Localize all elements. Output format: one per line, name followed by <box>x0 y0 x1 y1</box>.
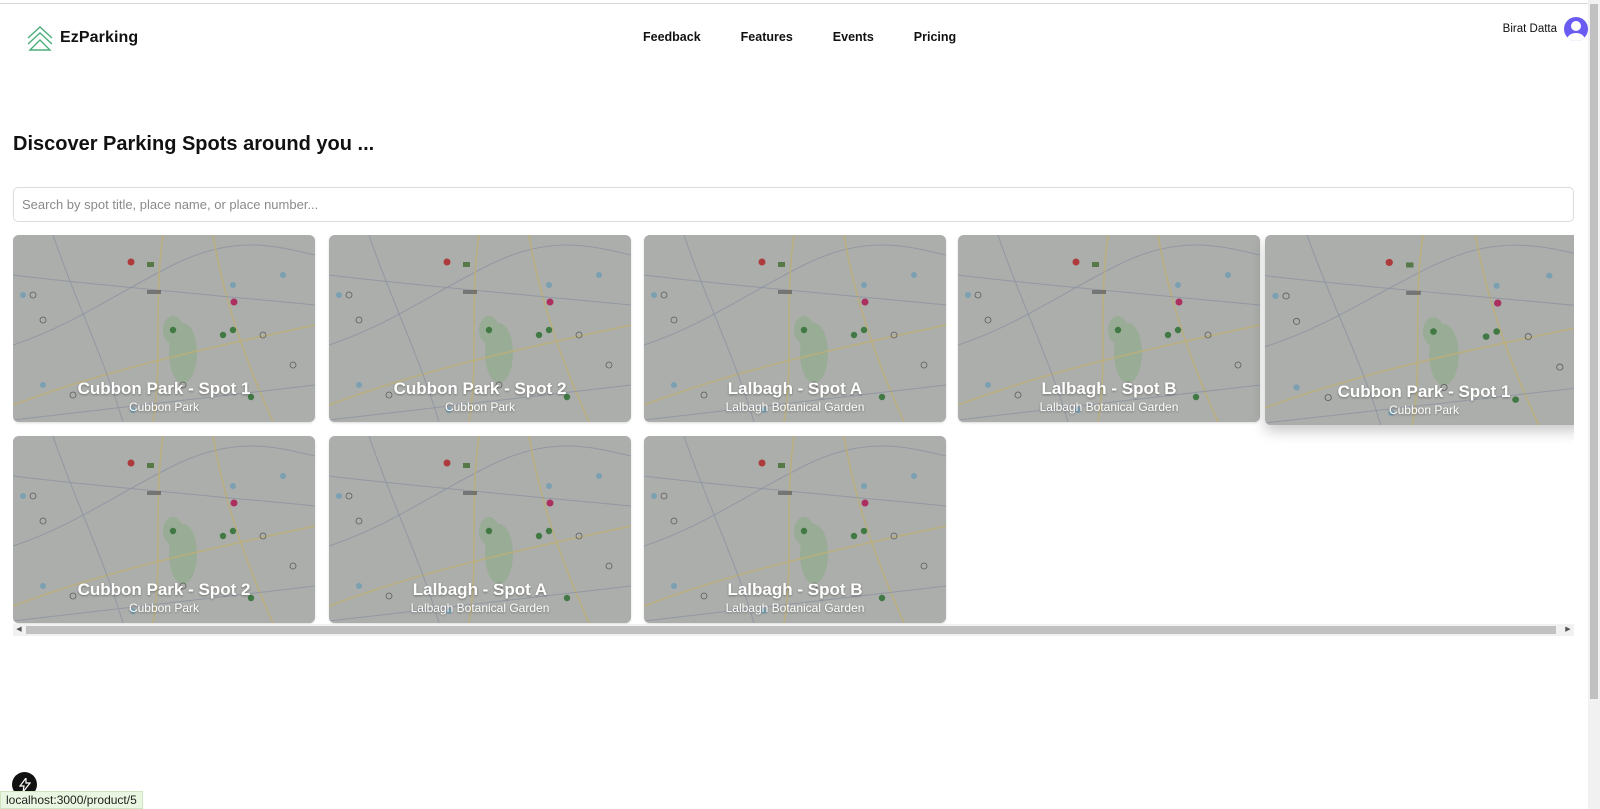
vertical-scroll-thumb[interactable] <box>1590 4 1598 699</box>
spot-place: Cubbon Park <box>1388 403 1460 417</box>
nav-events[interactable]: Events <box>833 30 874 44</box>
spot-card[interactable]: Lalbagh - Spot B Lalbagh Botanical Garde… <box>958 235 1260 422</box>
vertical-scrollbar[interactable] <box>1588 0 1600 809</box>
spot-card[interactable]: Lalbagh - Spot A Lalbagh Botanical Garde… <box>329 436 631 623</box>
spot-card[interactable]: Cubbon Park - Spot 2 Cubbon Park <box>329 235 631 422</box>
spot-title: Lalbagh - Spot A <box>727 379 863 398</box>
spot-place: Lalbagh Botanical Garden <box>725 400 865 414</box>
status-bar-url: localhost:3000/product/5 <box>0 791 143 809</box>
scroll-left-icon[interactable]: ◀ <box>15 626 23 634</box>
spot-place: Lalbagh Botanical Garden <box>410 601 550 615</box>
spot-place: Cubbon Park <box>128 400 200 414</box>
spot-title: Cubbon Park - Spot 2 <box>393 379 567 398</box>
spot-title: Lalbagh - Spot B <box>727 580 863 599</box>
nav-pricing[interactable]: Pricing <box>914 30 956 44</box>
spot-place: Cubbon Park <box>128 601 200 615</box>
mountain-logo-icon <box>27 26 53 51</box>
spot-grid: Cubbon Park - Spot 1 Cubbon Park Cubbon … <box>13 235 1574 627</box>
scroll-right-icon[interactable]: ▶ <box>1564 626 1572 634</box>
user-menu[interactable]: Birat Datta <box>1503 17 1588 41</box>
spot-title: Cubbon Park - Spot 1 <box>77 379 251 398</box>
spot-place: Lalbagh Botanical Garden <box>1039 400 1179 414</box>
spot-card[interactable]: Cubbon Park - Spot 2 Cubbon Park <box>13 436 315 623</box>
spot-place: Cubbon Park <box>444 400 516 414</box>
bolt-glyph-icon <box>18 777 31 792</box>
navbar: EzParking Feedback Features Events Prici… <box>0 4 1588 68</box>
spot-place: Lalbagh Botanical Garden <box>725 601 865 615</box>
search-input[interactable] <box>13 187 1574 222</box>
nav-feedback[interactable]: Feedback <box>643 30 701 44</box>
spot-card-hovered[interactable]: Cubbon Park - Spot 1 Cubbon Park <box>1265 235 1574 425</box>
user-name: Birat Datta <box>1502 23 1557 35</box>
horizontal-scroll-thumb[interactable] <box>26 626 1556 634</box>
brand-name: EzParking <box>60 29 139 46</box>
horizontal-scrollbar[interactable]: ◀ ▶ <box>13 624 1574 636</box>
user-avatar-icon[interactable] <box>1564 17 1588 41</box>
nav-features[interactable]: Features <box>741 30 793 44</box>
spot-title: Lalbagh - Spot A <box>412 580 548 599</box>
page-title: Discover Parking Spots around you ... <box>13 133 375 155</box>
spot-card[interactable]: Cubbon Park - Spot 1 Cubbon Park <box>13 235 315 422</box>
spot-title: Cubbon Park - Spot 1 <box>1337 382 1511 401</box>
spot-card[interactable]: Lalbagh - Spot B Lalbagh Botanical Garde… <box>644 436 946 623</box>
spot-title: Cubbon Park - Spot 2 <box>77 580 251 599</box>
spot-card[interactable]: Lalbagh - Spot A Lalbagh Botanical Garde… <box>644 235 946 422</box>
brand[interactable]: EzParking <box>26 24 138 52</box>
main-nav: Feedback Features Events Pricing <box>643 30 996 44</box>
spot-title: Lalbagh - Spot B <box>1041 379 1177 398</box>
